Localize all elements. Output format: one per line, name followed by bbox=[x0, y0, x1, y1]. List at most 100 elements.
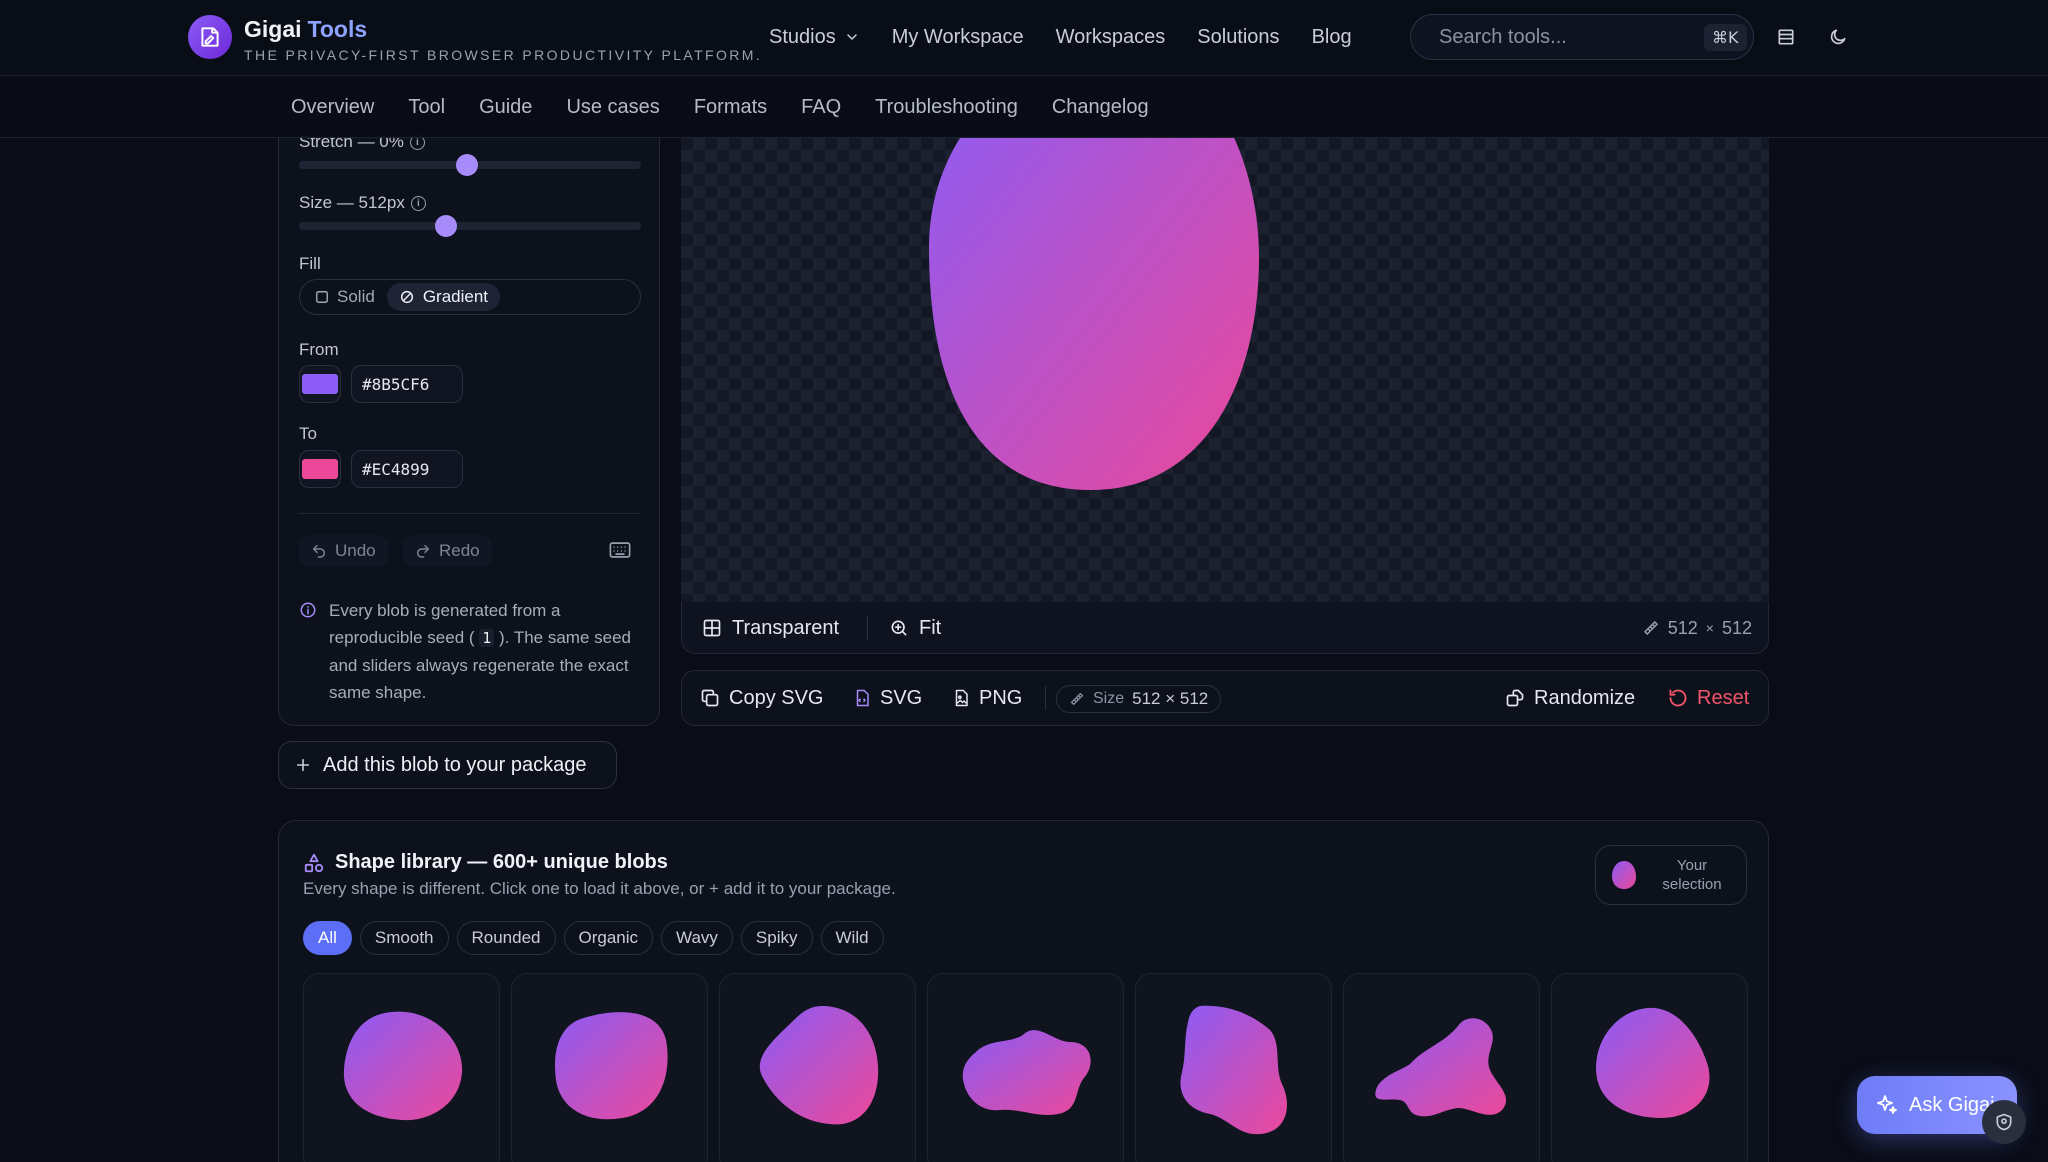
file-image-icon bbox=[955, 689, 968, 707]
blob-thumbnail bbox=[554, 1012, 668, 1120]
transparent-toggle[interactable]: Transparent bbox=[702, 602, 839, 654]
stretch-slider-thumb[interactable] bbox=[455, 154, 478, 176]
undo-button[interactable]: Undo bbox=[299, 535, 388, 567]
fill-gradient-option[interactable]: Gradient bbox=[386, 283, 501, 311]
brand[interactable]: Gigai Tools THE PRIVACY-FIRST BROWSER PRO… bbox=[188, 15, 762, 63]
from-color-picker[interactable] bbox=[299, 365, 341, 403]
search-input[interactable] bbox=[1439, 25, 1704, 49]
info-circle-icon bbox=[300, 602, 316, 618]
size-slider[interactable] bbox=[299, 215, 641, 237]
nav-workspaces[interactable]: Workspaces bbox=[1056, 26, 1166, 49]
keyboard-shortcuts-button[interactable] bbox=[609, 541, 631, 559]
ruler-icon bbox=[1643, 620, 1658, 636]
canvas-footer: Transparent Fit 512 × 512 bbox=[681, 602, 1769, 654]
shape-tile[interactable] bbox=[1135, 973, 1332, 1162]
svg-label: SVG bbox=[880, 686, 923, 709]
export-size-pill: Size 512 × 512 bbox=[1056, 685, 1222, 713]
canvas-dimensions: 512 × 512 bbox=[1642, 602, 1752, 654]
filter-smooth[interactable]: Smooth bbox=[359, 921, 449, 955]
grid-icon bbox=[703, 619, 721, 637]
ruler-icon bbox=[1070, 692, 1084, 706]
stretch-slider[interactable] bbox=[299, 154, 641, 176]
copy-svg-button[interactable]: Copy SVG bbox=[700, 671, 823, 725]
your-selection-button[interactable]: Your selection bbox=[1595, 845, 1747, 905]
randomize-button[interactable]: Randomize bbox=[1505, 671, 1635, 725]
filter-wild[interactable]: Wild bbox=[820, 921, 884, 955]
size-label-text: Size — 512px bbox=[299, 193, 405, 212]
fill-solid-option[interactable]: Solid bbox=[303, 283, 387, 311]
tab-guide[interactable]: Guide bbox=[479, 96, 532, 119]
reset-button[interactable]: Reset bbox=[1668, 671, 1749, 725]
layout-icon bbox=[1778, 29, 1794, 45]
fill-gradient-label: Gradient bbox=[422, 287, 489, 306]
add-to-package-button[interactable]: Add this blob to your package bbox=[278, 741, 617, 789]
preview-canvas[interactable] bbox=[681, 138, 1769, 602]
copy-icon bbox=[701, 689, 719, 707]
fit-button[interactable]: Fit bbox=[889, 602, 941, 654]
shape-tile[interactable] bbox=[511, 973, 708, 1162]
library-subtitle: Every shape is different. Click one to l… bbox=[303, 879, 896, 899]
from-color-swatch bbox=[302, 374, 338, 394]
selection-blob-thumb bbox=[1612, 861, 1636, 889]
seed-note-text: Every blob is generated from a reproduci… bbox=[329, 597, 639, 706]
canvas-times: × bbox=[1705, 620, 1714, 636]
tab-tool[interactable]: Tool bbox=[408, 96, 445, 119]
shape-tile[interactable] bbox=[303, 973, 500, 1162]
size-slider-thumb[interactable] bbox=[435, 215, 458, 237]
palette-icon bbox=[400, 290, 413, 304]
download-svg-button[interactable]: SVG bbox=[853, 671, 922, 725]
tab-changelog[interactable]: Changelog bbox=[1052, 96, 1149, 119]
copy-svg-label: Copy SVG bbox=[729, 686, 824, 709]
tab-troubleshooting[interactable]: Troubleshooting bbox=[875, 96, 1018, 119]
footer-separator bbox=[867, 616, 868, 640]
from-hex-input[interactable]: #8B5CF6 bbox=[351, 365, 463, 403]
nav-blog[interactable]: Blog bbox=[1312, 26, 1352, 49]
keyboard-icon bbox=[609, 542, 631, 558]
search-box[interactable]: ⌘K bbox=[1410, 14, 1754, 60]
brand-name-primary: Gigai bbox=[244, 16, 302, 42]
top-header: Gigai Tools THE PRIVACY-FIRST BROWSER PRO… bbox=[0, 0, 2048, 76]
search-shortcut: ⌘K bbox=[1704, 23, 1747, 51]
redo-icon bbox=[416, 544, 430, 558]
privacy-shield-button[interactable] bbox=[1982, 1100, 2026, 1144]
tab-overview[interactable]: Overview bbox=[291, 96, 374, 119]
nav-solutions[interactable]: Solutions bbox=[1197, 26, 1279, 49]
seed-note: Every blob is generated from a reproduci… bbox=[299, 597, 639, 706]
filter-organic[interactable]: Organic bbox=[563, 921, 654, 955]
filter-all[interactable]: All bbox=[303, 921, 352, 955]
canvas-height: 512 bbox=[1721, 617, 1752, 638]
redo-button[interactable]: Redo bbox=[403, 535, 492, 567]
download-png-button[interactable]: PNG bbox=[952, 671, 1022, 725]
action-separator bbox=[1045, 686, 1046, 710]
blob-thumbnail bbox=[1596, 1007, 1710, 1118]
tab-faq[interactable]: FAQ bbox=[801, 96, 841, 119]
export-size-value: 512 × 512 bbox=[1132, 689, 1209, 708]
controls-panel: Stretch — 0% i Size — 512px i Fill Solid… bbox=[278, 110, 660, 726]
blob-thumbnail bbox=[759, 1006, 879, 1125]
brand-tagline: THE PRIVACY-FIRST BROWSER PRODUCTIVITY P… bbox=[244, 47, 763, 63]
to-color-row: #EC4899 bbox=[299, 450, 463, 488]
library-subtitle-part2: add it to your package. bbox=[723, 879, 896, 898]
theme-toggle-button[interactable] bbox=[1825, 24, 1851, 50]
ask-gigai-label: Ask Gigai bbox=[1909, 1093, 1995, 1116]
filter-wavy[interactable]: Wavy bbox=[661, 921, 733, 955]
shape-tile[interactable] bbox=[1551, 973, 1748, 1162]
library-title: Shape library — 600+ unique blobs bbox=[303, 851, 668, 874]
shape-tile[interactable] bbox=[927, 973, 1124, 1162]
filter-chips: All Smooth Rounded Organic Wavy Spiky Wi… bbox=[303, 921, 884, 955]
shape-library: Shape library — 600+ unique blobs Every … bbox=[278, 820, 1769, 1162]
reset-label: Reset bbox=[1697, 686, 1750, 709]
shape-tile[interactable] bbox=[719, 973, 916, 1162]
to-color-picker[interactable] bbox=[299, 450, 341, 488]
filter-spiky[interactable]: Spiky bbox=[740, 921, 813, 955]
tab-use-cases[interactable]: Use cases bbox=[566, 96, 659, 119]
tab-formats[interactable]: Formats bbox=[694, 96, 767, 119]
nav-my-workspace[interactable]: My Workspace bbox=[892, 26, 1024, 49]
layout-toggle-button[interactable] bbox=[1773, 24, 1799, 50]
nav-studios[interactable]: Studios bbox=[769, 26, 860, 49]
shape-tile[interactable] bbox=[1343, 973, 1540, 1162]
filter-rounded[interactable]: Rounded bbox=[456, 921, 556, 955]
info-icon[interactable]: i bbox=[410, 195, 426, 211]
shield-icon bbox=[1996, 1113, 2012, 1131]
to-hex-input[interactable]: #EC4899 bbox=[351, 450, 463, 488]
